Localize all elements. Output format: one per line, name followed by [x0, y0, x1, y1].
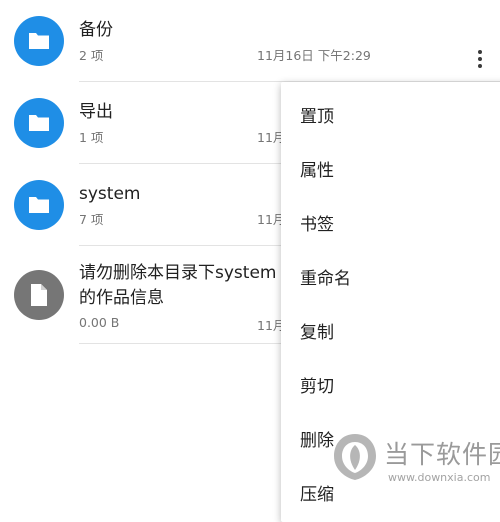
file-meta: 1 项	[79, 130, 104, 145]
file-name: 备份	[79, 20, 113, 40]
context-menu: 置顶 属性 书签 重命名 复制 剪切 删除 压缩	[281, 82, 500, 522]
file-meta: 7 项	[79, 212, 104, 227]
menu-item-compress[interactable]: 压缩	[281, 468, 500, 522]
menu-item-bookmark[interactable]: 书签	[281, 198, 500, 252]
file-icon	[14, 270, 64, 320]
folder-icon	[14, 98, 64, 148]
file-meta: 2 项	[79, 48, 104, 63]
folder-icon	[14, 180, 64, 230]
file-name: 导出	[79, 102, 113, 122]
file-name: system	[79, 184, 141, 204]
file-date: 11月16日 下午2:29	[257, 48, 371, 63]
more-vert-icon[interactable]	[468, 47, 492, 71]
menu-item-properties[interactable]: 属性	[281, 144, 500, 198]
file-name: 请勿删除本目录下system	[79, 263, 277, 283]
menu-item-rename[interactable]: 重命名	[281, 252, 500, 306]
file-meta: 0.00 B	[79, 315, 120, 330]
folder-icon	[14, 16, 64, 66]
menu-item-copy[interactable]: 复制	[281, 306, 500, 360]
file-name-line2: 的作品信息	[79, 288, 164, 308]
menu-item-pin[interactable]: 置顶	[281, 90, 500, 144]
file-row-backup[interactable]: 备份 2 项 11月16日 下午2:29	[0, 0, 500, 82]
menu-item-cut[interactable]: 剪切	[281, 360, 500, 414]
menu-item-delete[interactable]: 删除	[281, 414, 500, 468]
